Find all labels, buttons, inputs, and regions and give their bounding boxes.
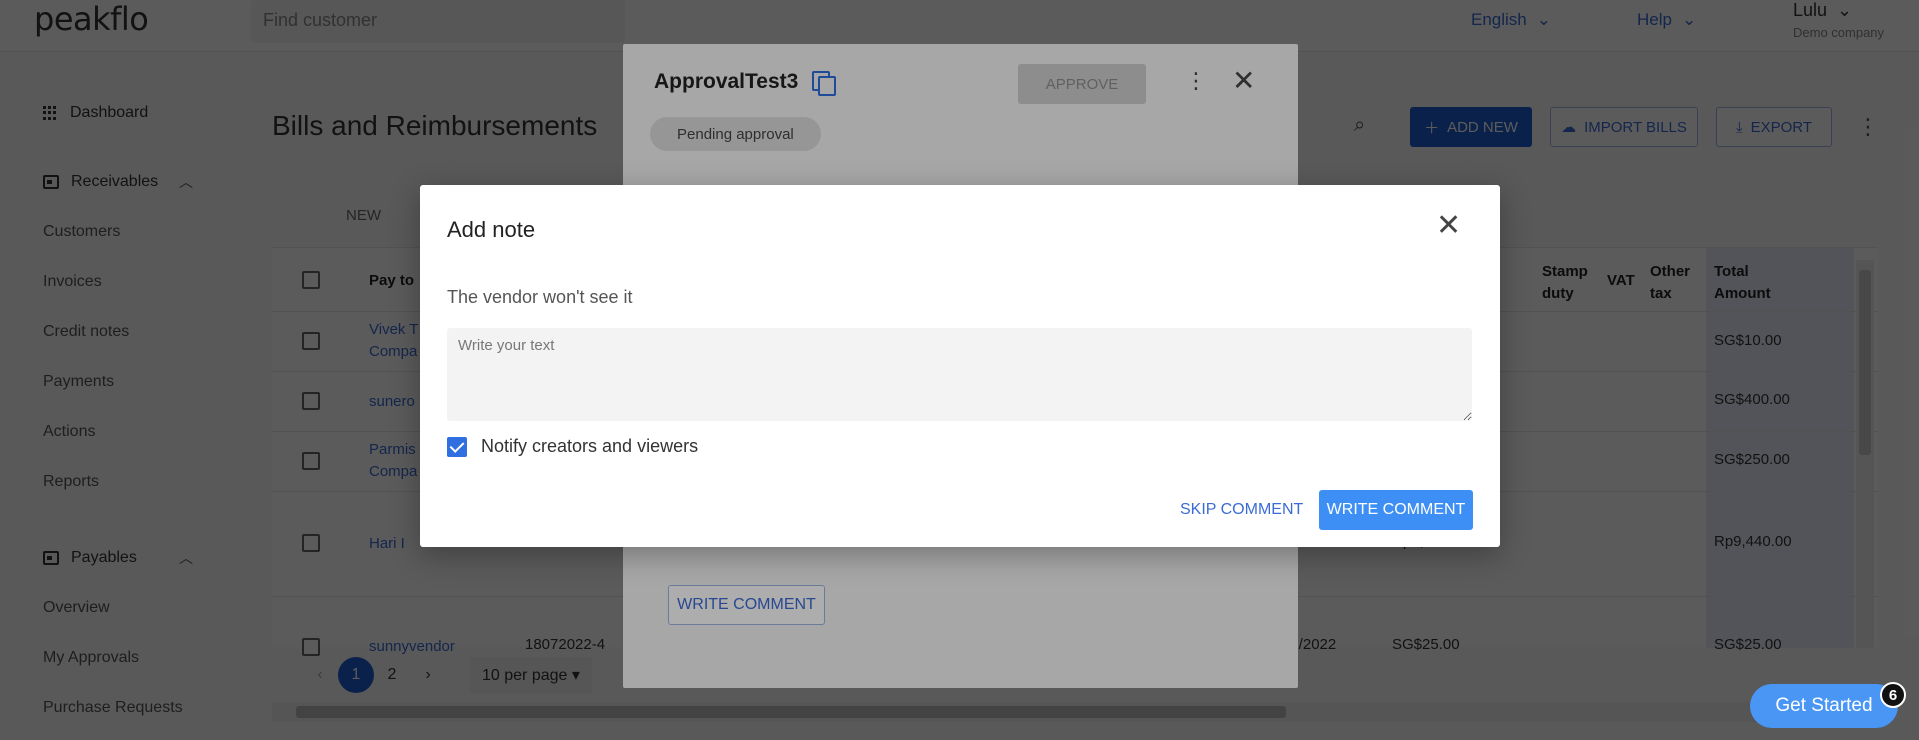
note-textarea[interactable]	[447, 328, 1472, 421]
modal-title: Add note	[447, 217, 536, 242]
get-started-button[interactable]: Get Started	[1750, 684, 1898, 728]
write-comment-button[interactable]: WRITE COMMENT	[1319, 490, 1473, 530]
notify-option[interactable]: Notify creators and viewers	[447, 436, 698, 457]
close-icon[interactable]: ✕	[1436, 211, 1461, 241]
modal-subtitle: The vendor won't see it	[447, 287, 633, 307]
notify-checkbox[interactable]	[447, 436, 467, 457]
skip-comment-button[interactable]: SKIP COMMENT	[1168, 490, 1315, 530]
add-note-modal: Add note ✕ The vendor won't see it Notif…	[420, 185, 1500, 547]
notify-label: Notify creators and viewers	[481, 436, 699, 456]
notification-count-badge: 6	[1880, 682, 1906, 708]
